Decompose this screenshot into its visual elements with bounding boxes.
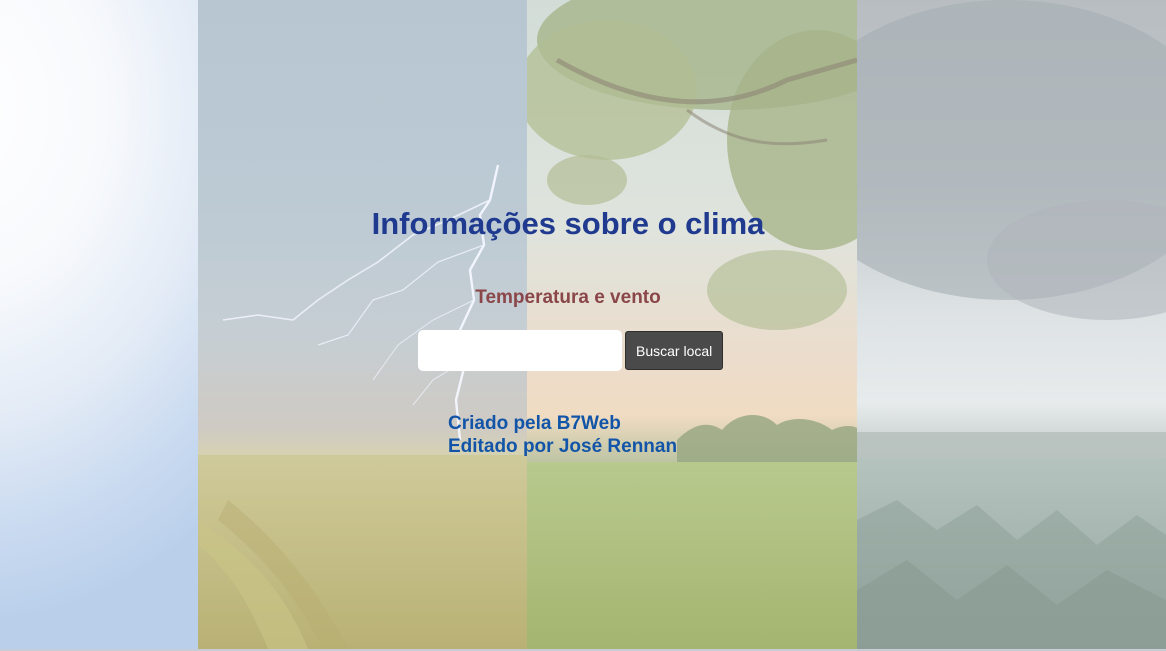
credits: Criado pela B7Web Editado por José Renna… <box>448 412 677 458</box>
page-subtitle: Temperatura e vento <box>475 287 661 308</box>
background-panel-sunny <box>0 0 198 649</box>
search-form: Buscar local <box>418 330 724 371</box>
page-title: Informações sobre o clima <box>371 206 765 241</box>
search-input[interactable] <box>418 330 622 371</box>
search-button[interactable]: Buscar local <box>625 331 724 370</box>
weather-page: Informações sobre o clima Temperatura e … <box>0 0 1166 651</box>
main-content: Informações sobre o clima Temperatura e … <box>198 0 938 649</box>
credit-edited-by: Editado por José Rennan <box>448 436 678 457</box>
credit-created-by: Criado pela B7Web <box>448 413 621 434</box>
